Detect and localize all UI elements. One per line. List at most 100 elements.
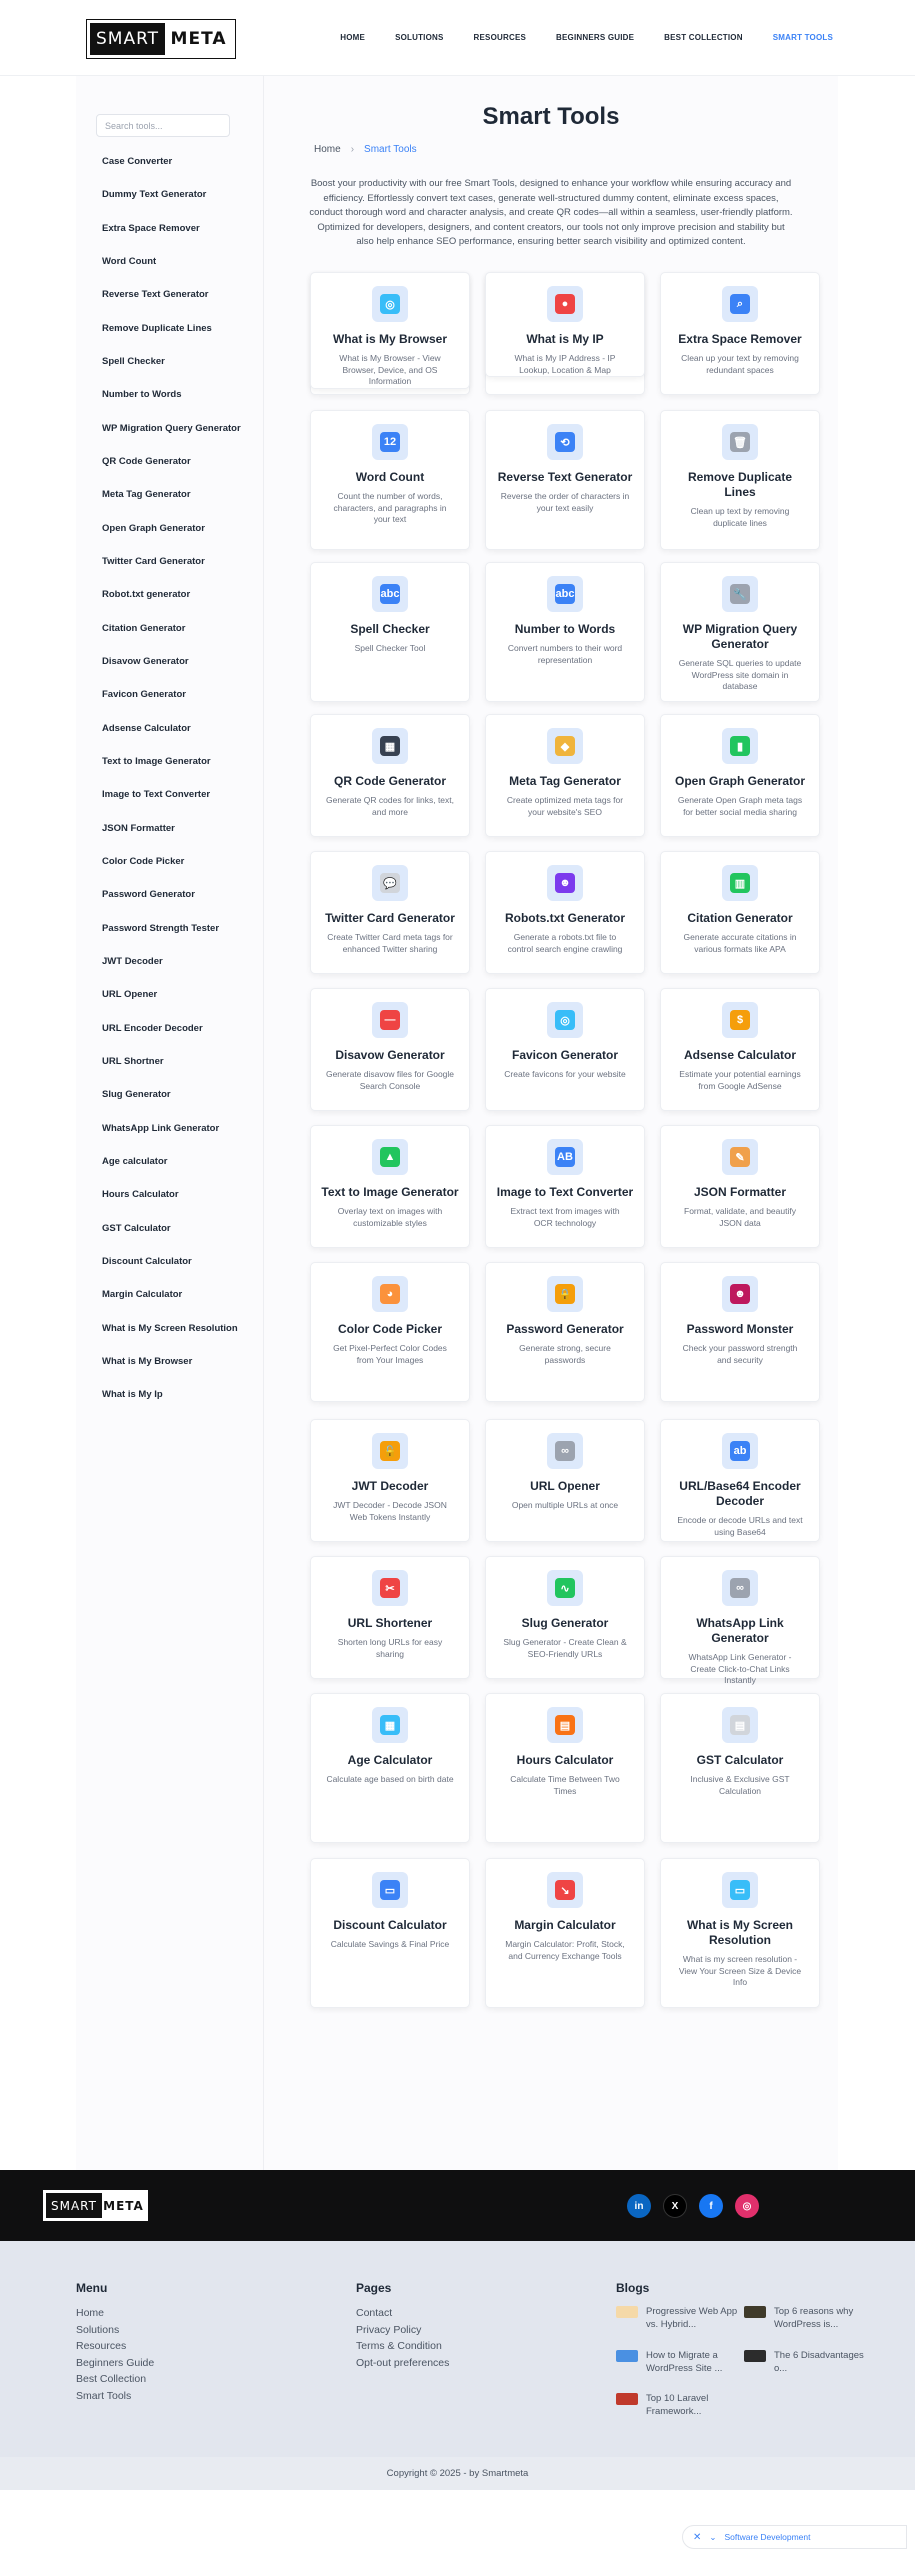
sidebar-item[interactable]: Password Strength Tester <box>96 912 263 945</box>
nav-solutions[interactable]: SOLUTIONS <box>395 33 443 42</box>
tool-card[interactable]: ∿ Slug Generator Slug Generator - Create C… <box>485 1556 645 1679</box>
tool-card[interactable]: ◎ What is My Browser What is My Browser - … <box>310 272 470 389</box>
sidebar-item[interactable]: URL Encoder Decoder <box>96 1012 263 1045</box>
tool-card[interactable]: ✎ JSON Formatter Format, validate, and bea… <box>660 1125 820 1248</box>
tool-card[interactable]: ◆ Meta Tag Generator Create optimized meta… <box>485 714 645 837</box>
sidebar-item[interactable]: Spell Checker <box>96 345 263 378</box>
tool-card[interactable]: ▭ What is My Screen Resolution What is my … <box>660 1858 820 2008</box>
tool-card[interactable]: ☻ Robots.txt Generator Generate a robots.t… <box>485 851 645 974</box>
nav-beginners-guide[interactable]: BEGINNERS GUIDE <box>556 33 634 42</box>
sidebar-item[interactable]: Open Graph Generator <box>96 512 263 545</box>
sidebar-item[interactable]: Age calculator <box>96 1145 263 1178</box>
sidebar-item[interactable]: Citation Generator <box>96 612 263 645</box>
footer-menu-link[interactable]: Resources <box>76 2338 154 2355</box>
tool-card[interactable]: ● What is My IP What is My IP Address - IP… <box>485 272 645 377</box>
breadcrumb-home[interactable]: Home <box>314 144 341 155</box>
footer-menu-link[interactable]: Home <box>76 2305 154 2322</box>
sidebar-item[interactable]: WP Migration Query Generator <box>96 412 263 445</box>
tool-card[interactable]: 12 Word Count Count the number of words, c… <box>310 410 470 550</box>
footer-logo[interactable]: SMART META <box>43 2190 148 2221</box>
sidebar-item[interactable]: URL Opener <box>96 978 263 1011</box>
tool-card[interactable]: ▭ Discount Calculator Calculate Savings & … <box>310 1858 470 2008</box>
footer-page-link[interactable]: Opt-out preferences <box>356 2355 449 2372</box>
sidebar-item[interactable]: Robot.txt generator <box>96 578 263 611</box>
instagram-icon[interactable]: ◎ <box>735 2194 759 2218</box>
tool-card[interactable]: ▤ Hours Calculator Calculate Time Between … <box>485 1693 645 1843</box>
tool-card[interactable]: ∞ URL Opener Open multiple URLs at once <box>485 1419 645 1542</box>
footer-blog-item[interactable]: How to Migrate a WordPress Site ... <box>616 2349 741 2375</box>
close-icon[interactable]: ✕ <box>693 2532 701 2543</box>
footer-menu-link[interactable]: Beginners Guide <box>76 2355 154 2372</box>
sidebar-item[interactable]: Margin Calculator <box>96 1278 263 1311</box>
nav-resources[interactable]: RESOURCES <box>474 33 526 42</box>
sidebar-item[interactable]: GST Calculator <box>96 1212 263 1245</box>
tool-card[interactable]: ⟲ Reverse Text Generator Reverse the order… <box>485 410 645 550</box>
sidebar-item[interactable]: Slug Generator <box>96 1078 263 1111</box>
x-icon[interactable]: X <box>663 2194 687 2218</box>
tool-card[interactable]: abc Number to Words Convert numbers to the… <box>485 562 645 702</box>
footer-menu-link[interactable]: Solutions <box>76 2322 154 2339</box>
tool-card[interactable]: 🗑 Remove Duplicate Lines Clean up text by … <box>660 410 820 550</box>
tool-card[interactable]: ▦ QR Code Generator Generate QR codes for … <box>310 714 470 837</box>
sidebar-item[interactable]: Extra Space Remover <box>96 212 263 245</box>
footer-blog-item[interactable]: Progressive Web App vs. Hybrid... <box>616 2305 741 2331</box>
nav-smart-tools[interactable]: SMART TOOLS <box>773 33 833 42</box>
footer-page-link[interactable]: Terms & Condition <box>356 2338 449 2355</box>
sidebar-item[interactable]: Remove Duplicate Lines <box>96 312 263 345</box>
sidebar-item[interactable]: Case Converter <box>96 145 263 178</box>
tool-card[interactable]: ▲ Text to Image Generator Overlay text on … <box>310 1125 470 1248</box>
footer-blog-item[interactable]: Top 6 reasons why WordPress is... <box>744 2305 869 2331</box>
tool-card[interactable]: 🔒 Password Generator Generate strong, secu… <box>485 1262 645 1402</box>
footer-page-link[interactable]: Privacy Policy <box>356 2322 449 2339</box>
sidebar-item[interactable]: Adsense Calculator <box>96 712 263 745</box>
sidebar-item[interactable]: Favicon Generator <box>96 678 263 711</box>
footer-page-link[interactable]: Contact <box>356 2305 449 2322</box>
tool-card[interactable]: $ Adsense Calculator Estimate your potenti… <box>660 988 820 1111</box>
sidebar-item[interactable]: JWT Decoder <box>96 945 263 978</box>
facebook-icon[interactable]: f <box>699 2194 723 2218</box>
tool-card[interactable]: ▥ Citation Generator Generate accurate cit… <box>660 851 820 974</box>
tool-card[interactable]: ▦ Age Calculator Calculate age based on bi… <box>310 1693 470 1843</box>
tool-card[interactable]: ∞ WhatsApp Link Generator WhatsApp Link Ge… <box>660 1556 820 1685</box>
tool-card[interactable]: ◕ Color Code Picker Get Pixel-Perfect Colo… <box>310 1262 470 1402</box>
sidebar-item[interactable]: What is My Ip <box>96 1378 263 1411</box>
linkedin-icon[interactable]: in <box>627 2194 651 2218</box>
sidebar-item[interactable]: Twitter Card Generator <box>96 545 263 578</box>
tool-card[interactable]: 💬 Twitter Card Generator Create Twitter Ca… <box>310 851 470 974</box>
sidebar-item[interactable]: Discount Calculator <box>96 1245 263 1278</box>
sidebar-item[interactable]: Number to Words <box>96 378 263 411</box>
sidebar-item[interactable]: Word Count <box>96 245 263 278</box>
tool-card[interactable]: ab URL/Base64 Encoder Decoder Encode or de… <box>660 1419 820 1542</box>
tool-card[interactable]: 🔧 WP Migration Query Generator Generate SQ… <box>660 562 820 702</box>
sidebar-item[interactable]: Meta Tag Generator <box>96 478 263 511</box>
sidebar-item[interactable]: Password Generator <box>96 878 263 911</box>
footer-blog-item[interactable]: The 6 Disadvantages o... <box>744 2349 869 2375</box>
tool-card[interactable]: ↘ Margin Calculator Margin Calculator: Pro… <box>485 1858 645 2008</box>
sidebar-item[interactable]: URL Shortner <box>96 1045 263 1078</box>
sidebar-item[interactable]: WhatsApp Link Generator <box>96 1112 263 1145</box>
tool-card[interactable]: abc Spell Checker Spell Checker Tool <box>310 562 470 702</box>
tool-card[interactable]: ◎ Favicon Generator Create favicons for yo… <box>485 988 645 1111</box>
sidebar-item[interactable]: What is My Browser <box>96 1345 263 1378</box>
tool-card[interactable]: AB Image to Text Converter Extract text fr… <box>485 1125 645 1248</box>
site-logo[interactable]: SMART META <box>86 19 236 59</box>
sidebar-item[interactable]: Image to Text Converter <box>96 778 263 811</box>
tool-card[interactable]: ✂ URL Shortener Shorten long URLs for easy… <box>310 1556 470 1679</box>
footer-menu-link[interactable]: Smart Tools <box>76 2388 154 2405</box>
sidebar-item[interactable]: Disavow Generator <box>96 645 263 678</box>
nav-best-collection[interactable]: BEST COLLECTION <box>664 33 743 42</box>
tool-card[interactable]: ☻ Password Monster Check your password str… <box>660 1262 820 1402</box>
footer-menu-link[interactable]: Best Collection <box>76 2371 154 2388</box>
sidebar-item[interactable]: Text to Image Generator <box>96 745 263 778</box>
tool-card[interactable]: ▮ Open Graph Generator Generate Open Graph… <box>660 714 820 837</box>
tools-search-input[interactable] <box>96 114 230 137</box>
sidebar-item[interactable]: QR Code Generator <box>96 445 263 478</box>
sidebar-item[interactable]: Color Code Picker <box>96 845 263 878</box>
tool-card[interactable]: ▤ GST Calculator Inclusive & Exclusive GST… <box>660 1693 820 1843</box>
sidebar-item[interactable]: Reverse Text Generator <box>96 278 263 311</box>
sidebar-item[interactable]: Hours Calculator <box>96 1178 263 1211</box>
nav-home[interactable]: HOME <box>340 33 365 42</box>
tool-card[interactable]: ⌕ Extra Space Remover Clean up your text b… <box>660 272 820 395</box>
chat-widget[interactable]: ✕ ⌄ Software Development <box>682 2525 907 2549</box>
tool-card[interactable]: 🔓 JWT Decoder JWT Decoder - Decode JSON We… <box>310 1419 470 1542</box>
